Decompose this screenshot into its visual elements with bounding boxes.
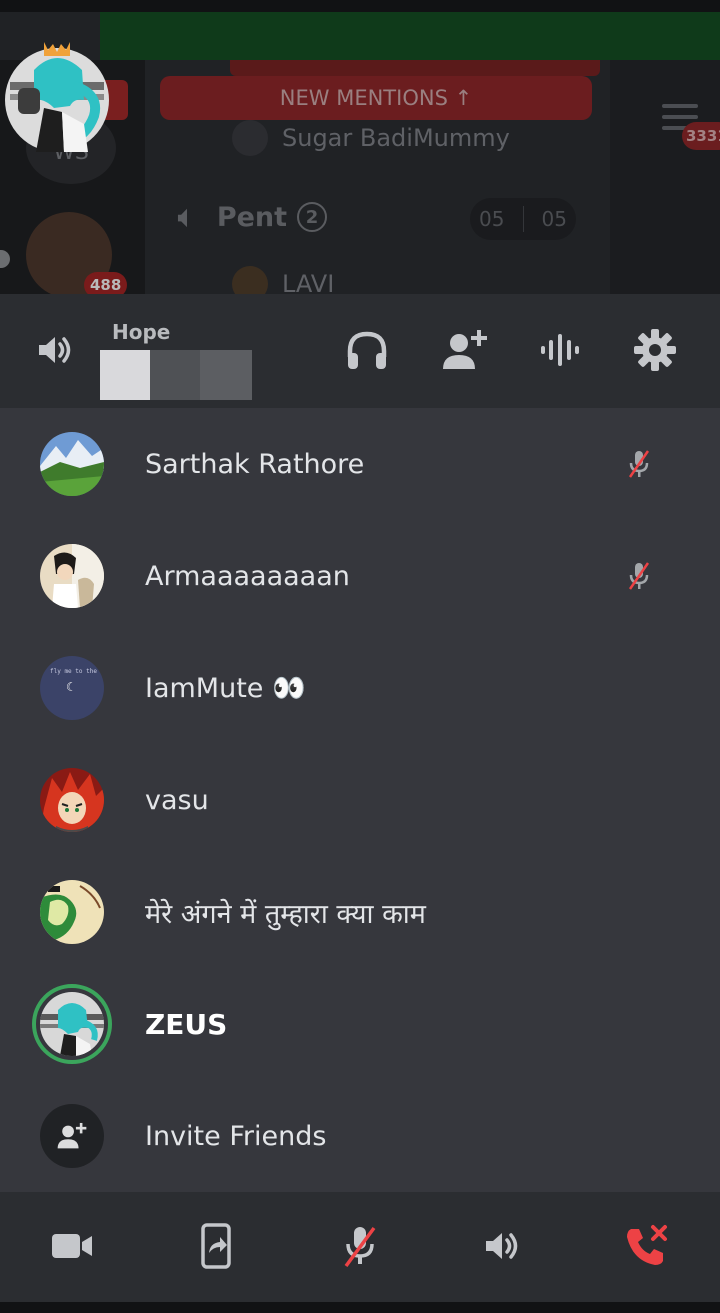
counter-current: 05 <box>479 207 505 231</box>
background-app: WS 488 NEW MENTIONS ↑ Sugar BadiMummy 🔈︎… <box>0 0 720 300</box>
speaker-button[interactable] <box>474 1218 530 1274</box>
deafen-button[interactable] <box>342 322 392 378</box>
redacted-block <box>100 350 152 400</box>
connection-banner <box>100 12 720 60</box>
participant-name: Armaaaaaaaan <box>145 560 350 592</box>
member-panel <box>610 60 720 300</box>
user-avatar[interactable] <box>4 28 110 152</box>
participant-name: ZEUS <box>145 1007 228 1041</box>
status-bar <box>0 0 720 12</box>
counter-divider <box>522 206 524 232</box>
mic-muted-icon <box>628 450 650 478</box>
gear-icon <box>634 329 676 371</box>
arrow-up-icon: ↑ <box>454 86 473 110</box>
participant-avatar: fly me to the ☾ <box>40 656 104 720</box>
add-user-button[interactable] <box>440 322 490 378</box>
mic-muted-icon <box>628 562 650 590</box>
avatar-caption: fly me to the <box>50 668 97 675</box>
participant-row[interactable]: Sarthak Rathore <box>0 408 720 520</box>
participant-row[interactable]: Armaaaaaaaan <box>0 520 720 632</box>
channel-count-badge: 2 <box>297 202 328 232</box>
soundboard-button[interactable] <box>535 322 585 378</box>
settings-button[interactable] <box>630 322 680 378</box>
speaker-icon <box>39 337 71 363</box>
mic-muted-icon <box>344 1226 376 1268</box>
participant-row[interactable]: fly me to the ☾ IamMute 👀 <box>0 632 720 744</box>
soundboard-icon <box>541 334 579 366</box>
screen-share-button[interactable] <box>188 1218 244 1274</box>
redacted-block <box>200 350 252 400</box>
redacted-block <box>150 350 202 400</box>
screen-share-icon <box>201 1223 231 1269</box>
participant-name: vasu <box>145 784 209 816</box>
speaker-toggle-button[interactable] <box>30 322 80 378</box>
voice-channel-title: Hope <box>112 320 171 344</box>
participant-avatar <box>40 768 104 832</box>
invite-friends-row[interactable]: Invite Friends <box>0 1080 720 1192</box>
participant-row[interactable]: vasu <box>0 744 720 856</box>
notification-badge: 3331 <box>682 122 720 150</box>
counter-max: 05 <box>541 207 567 231</box>
participant-row-self[interactable]: ZEUS <box>0 968 720 1080</box>
participant-avatar <box>40 992 104 1056</box>
member-name: Sugar BadiMummy <box>282 124 510 152</box>
navigation-bar <box>0 1302 720 1313</box>
participant-row[interactable]: मेरे अंगने में तुम्हारा क्या काम <box>0 856 720 968</box>
add-user-icon <box>57 1122 87 1149</box>
voice-channel-name: Pent <box>216 201 288 233</box>
member-avatar <box>232 120 268 156</box>
participant-name: IamMute 👀 <box>145 673 306 704</box>
participant-avatar <box>40 432 104 496</box>
channel-member-row[interactable]: Sugar BadiMummy <box>232 120 510 156</box>
speaker-icon: 🔈︎ <box>178 200 195 233</box>
voice-channel-row[interactable]: 🔈︎ Pent 2 <box>178 200 328 234</box>
pinned-banner <box>230 60 600 76</box>
participant-avatar <box>40 880 104 944</box>
participant-name: मेरे अंगने में तुम्हारा क्या काम <box>145 898 426 930</box>
invite-icon-circle <box>40 1104 104 1168</box>
call-actions-bar <box>0 1192 720 1302</box>
voice-participant-list: Sarthak Rathore Armaaaaaaaan fly me to t… <box>0 408 720 1192</box>
headphones-icon <box>347 331 387 369</box>
speaker-icon <box>486 1233 518 1259</box>
disconnect-icon <box>627 1225 667 1265</box>
participant-avatar <box>40 544 104 608</box>
camera-button[interactable] <box>44 1218 100 1274</box>
mute-mic-button[interactable] <box>332 1218 388 1274</box>
participant-name: Sarthak Rathore <box>145 448 365 480</box>
add-user-icon <box>443 330 487 369</box>
voice-user-counter: 05 05 <box>470 198 576 240</box>
camera-icon <box>52 1234 92 1258</box>
voice-controls-bar: Hope <box>0 294 720 408</box>
invite-friends-label: Invite Friends <box>145 1120 327 1152</box>
new-mentions-label: NEW MENTIONS <box>279 86 448 110</box>
moon-icon: ☾ <box>66 680 77 694</box>
disconnect-button[interactable] <box>618 1218 674 1274</box>
new-mentions-button[interactable]: NEW MENTIONS ↑ <box>160 76 592 120</box>
